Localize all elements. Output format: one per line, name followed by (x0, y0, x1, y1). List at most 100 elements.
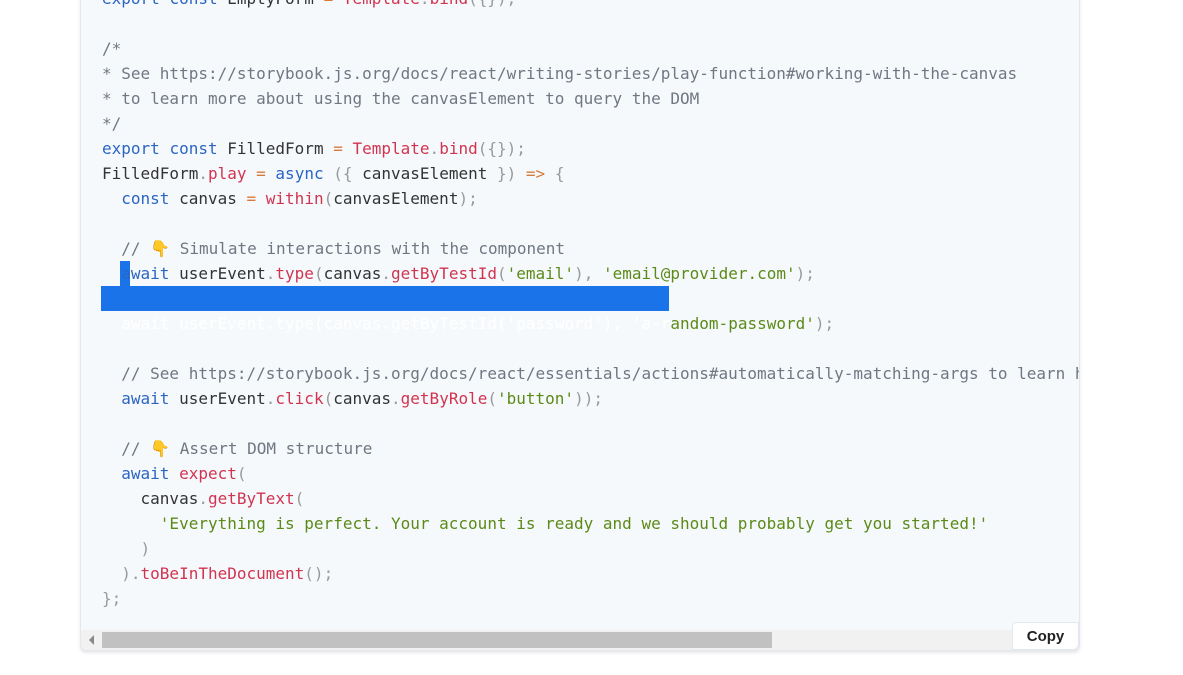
code-token: 'button' (497, 389, 575, 408)
code-token: bind (439, 139, 478, 158)
code-token: canvasElement (333, 189, 459, 208)
code-token: . (381, 314, 392, 333)
code-token: 'password' (506, 314, 603, 333)
code-token: userEvent (169, 314, 266, 333)
code-token: 'Everything is perfect. Your account is … (159, 514, 989, 533)
code-token: canvas (169, 189, 247, 208)
code-token: click (275, 389, 324, 408)
code-token: . (381, 264, 392, 283)
code-token: canvas (102, 489, 199, 508)
code-token: canvas (333, 389, 392, 408)
code-token: => (525, 164, 546, 183)
code-token: const (169, 139, 218, 158)
code-token: ( (323, 389, 334, 408)
code-token: await (121, 464, 170, 483)
code-token: within (265, 189, 324, 208)
code-token: }; (102, 589, 122, 608)
code-token: canvas (323, 314, 382, 333)
code-token: export (102, 0, 160, 8)
code-content[interactable]: export const EmptyForm = Template.bind({… (102, 0, 1080, 611)
code-token: ) (102, 539, 151, 558)
code-block[interactable]: export const EmptyForm = Template.bind({… (80, 0, 1080, 651)
code-line: // 👇 Simulate interactions with the comp… (102, 236, 1079, 261)
code-token: * See https://storybook.js.org/docs/reac… (102, 64, 1018, 83)
code-token: */ (102, 114, 122, 133)
code-token: 'email' (506, 264, 575, 283)
code-token: /* (102, 39, 122, 58)
code-line: export const FilledForm = Template.bind(… (102, 136, 1079, 161)
code-token: ( (313, 264, 324, 283)
code-token: = (324, 0, 334, 8)
code-token: ). (102, 564, 141, 583)
code-token: await (121, 389, 170, 408)
code-token: EmptyForm (218, 0, 324, 8)
code-token: = (256, 164, 266, 183)
code-token: // 👇 Assert DOM structure (102, 439, 373, 458)
code-token: canvasElement (352, 164, 497, 183)
code-line: // See https://storybook.js.org/docs/rea… (102, 361, 1080, 386)
code-token: async (275, 164, 324, 183)
code-token: const (169, 0, 217, 8)
copy-button[interactable]: Copy (1012, 622, 1079, 650)
code-token: . (265, 264, 276, 283)
code-token: getByText (207, 489, 295, 508)
code-token: play (207, 164, 247, 183)
code-token: await (121, 314, 170, 333)
code-line: // 👇 Assert DOM structure (102, 436, 1079, 461)
code-token: . (198, 164, 208, 183)
scroll-left-arrow-icon[interactable] (89, 635, 94, 645)
code-token: }) (497, 164, 517, 183)
code-token: ( (294, 489, 305, 508)
code-token: ); (458, 189, 478, 208)
code-token: . (265, 314, 276, 333)
code-line: /* (102, 36, 1079, 61)
code-token: // See https://storybook.js.org/docs/rea… (102, 364, 1080, 383)
code-token: . (391, 389, 401, 408)
code-token: bind (430, 0, 469, 8)
code-token: ), (574, 264, 594, 283)
code-line: await userEvent.type(canvas.getByTestId(… (102, 261, 1079, 286)
code-token: await (121, 264, 170, 283)
horizontal-scrollbar[interactable] (81, 630, 1079, 650)
code-line: 'Everything is perfect. Your account is … (102, 511, 1079, 536)
code-line: }; (102, 586, 1079, 611)
code-token: type (275, 314, 314, 333)
code-token: // 👇 Simulate interactions with the comp… (102, 239, 566, 258)
code-token: getByTestId (391, 314, 497, 333)
code-line: ) (102, 536, 1079, 561)
code-token: . (429, 139, 440, 158)
code-token: ({ (333, 164, 353, 183)
code-token: ( (487, 389, 497, 408)
code-token: ); (795, 264, 815, 283)
code-line: canvas.getByText( (102, 486, 1079, 511)
code-line: export const EmptyForm = Template.bind({… (102, 0, 1079, 11)
code-token: (); (304, 564, 334, 583)
code-token: = (333, 139, 343, 158)
code-token: andom-password' (670, 314, 815, 333)
code-token: )); (574, 389, 603, 408)
code-line: await userEvent.click(canvas.getByRole('… (102, 386, 1079, 411)
code-token: ({}); (477, 139, 526, 158)
scrollbar-thumb[interactable] (102, 632, 772, 648)
code-token: ( (496, 314, 507, 333)
code-token: type (275, 264, 314, 283)
